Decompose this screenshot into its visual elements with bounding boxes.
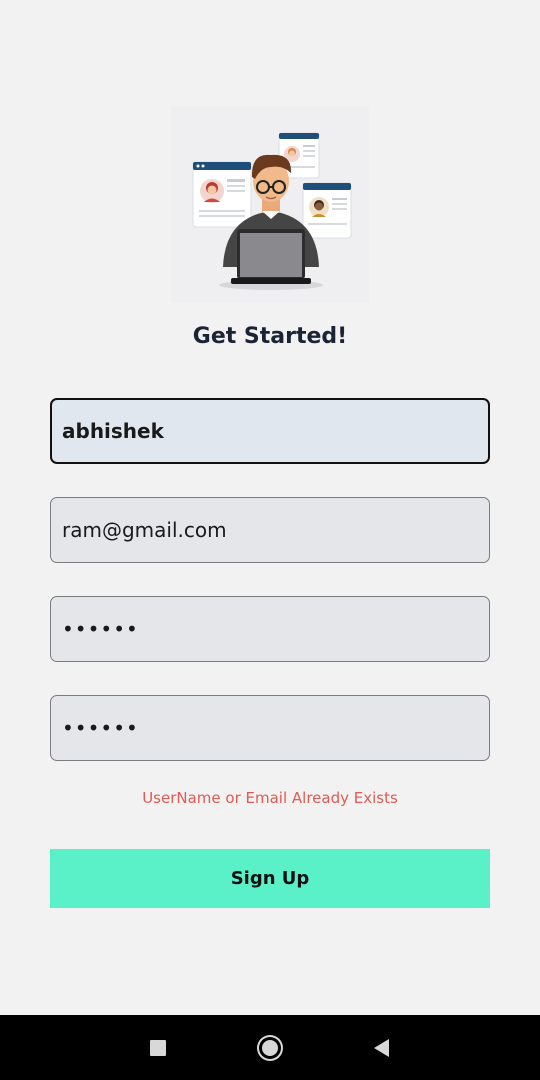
email-input[interactable] (50, 497, 490, 563)
system-navigation-bar (0, 1015, 540, 1080)
profile-card-left (192, 161, 252, 228)
triangle-back-icon (373, 1038, 389, 1057)
developer-illustration-icon (192, 132, 352, 290)
confirm-password-input[interactable] (50, 695, 490, 761)
square-icon (150, 1039, 166, 1056)
sign-up-button[interactable]: Sign Up (50, 849, 490, 908)
username-input[interactable] (50, 398, 490, 464)
page-title: Get Started! (192, 324, 348, 349)
back-button[interactable] (351, 1015, 411, 1080)
developer-illustration (171, 107, 369, 303)
home-button[interactable] (240, 1015, 300, 1080)
profile-card-right (302, 182, 352, 239)
error-message: UserName or Email Already Exists (142, 789, 398, 807)
password-input[interactable] (50, 596, 490, 662)
circle-icon (262, 1039, 278, 1056)
recents-button[interactable] (128, 1015, 188, 1080)
laptop-icon (231, 229, 311, 284)
signup-screen: Get Started! UserName or Email Already E… (0, 0, 540, 1015)
